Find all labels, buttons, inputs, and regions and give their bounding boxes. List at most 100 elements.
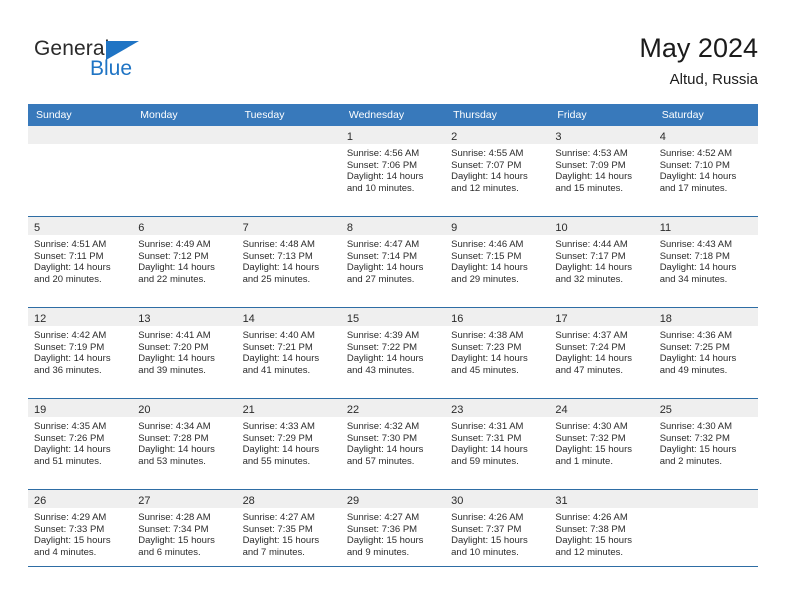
title-block: May 2024 Altud, Russia: [639, 32, 758, 90]
day-box: [132, 126, 237, 216]
day-number: 23: [451, 404, 464, 416]
day-sun-info: Sunrise: 4:30 AM Sunset: 7:32 PM Daylight:…: [549, 417, 653, 467]
day-sun-info: Sunrise: 4:36 AM Sunset: 7:25 PM Daylight:…: [654, 326, 758, 376]
day-box: 18 Sunrise: 4:36 AM Sunset: 7:25 PM Dayligh…: [653, 308, 758, 398]
calendar-day-cell[interactable]: 3 Sunrise: 4:53 AM Sunset: 7:09 PM Daylight…: [549, 126, 654, 217]
daylight-text-line1: Daylight: 14 hours: [555, 171, 632, 183]
daylight-text-line2: and 22 minutes.: [138, 273, 206, 285]
day-sun-info: Sunrise: 4:52 AM Sunset: 7:10 PM Daylight:…: [654, 144, 758, 194]
day-number: 21: [242, 404, 255, 416]
calendar-day-cell[interactable]: 2 Sunrise: 4:55 AM Sunset: 7:07 PM Daylight…: [445, 126, 550, 217]
day-number-strip: [132, 126, 237, 144]
daylight-text-line2: and 17 minutes.: [659, 182, 728, 194]
sunset-text: Sunset: 7:26 PM: [34, 432, 105, 444]
calendar-day-cell[interactable]: 24 Sunrise: 4:30 AM Sunset: 7:32 PM Dayligh…: [549, 398, 654, 490]
day-number: 15: [346, 313, 360, 325]
calendar-day-cell[interactable]: 4 Sunrise: 4:52 AM Sunset: 7:10 PM Daylight…: [653, 126, 758, 217]
page-header: General Blue May 2024 Altud, Russia: [0, 0, 792, 100]
calendar-day-cell[interactable]: 6 Sunrise: 4:49 AM Sunset: 7:12 PM Daylight…: [132, 216, 237, 308]
sunrise-text: Sunrise: 4:39 AM: [346, 330, 420, 341]
calendar-day-cell[interactable]: 13 Sunrise: 4:41 AM Sunset: 7:20 PM Dayligh…: [132, 307, 237, 399]
daylight-text-line2: and 43 minutes.: [346, 364, 415, 376]
day-number: 16: [451, 313, 464, 325]
daylight-text-line2: and 15 minutes.: [555, 182, 624, 194]
calendar-page: General Blue May 2024 Altud, Russia Sund…: [0, 0, 792, 612]
sunrise-text: Sunrise: 4:32 AM: [346, 421, 420, 432]
day-sun-info: Sunrise: 4:49 AM Sunset: 7:12 PM Daylight:…: [132, 235, 236, 285]
sunrise-text: Sunrise: 4:49 AM: [138, 239, 211, 250]
calendar-day-cell[interactable]: 15 Sunrise: 4:39 AM Sunset: 7:22 PM Dayligh…: [340, 307, 446, 399]
day-number: 12: [34, 313, 47, 325]
day-sun-info: Sunrise: 4:37 AM Sunset: 7:24 PM Daylight:…: [549, 326, 653, 376]
calendar-day-cell[interactable]: 19 Sunrise: 4:35 AM Sunset: 7:26 PM Dayligh…: [28, 398, 133, 490]
daylight-text-line1: Daylight: 14 hours: [242, 262, 320, 274]
sunset-text: Sunset: 7:29 PM: [242, 432, 313, 444]
calendar-day-cell[interactable]: 16 Sunrise: 4:38 AM Sunset: 7:23 PM Dayligh…: [445, 307, 550, 399]
calendar-day-cell[interactable]: 9 Sunrise: 4:46 AM Sunset: 7:15 PM Daylight…: [445, 216, 550, 308]
day-sun-info: Sunrise: 4:32 AM Sunset: 7:30 PM Daylight:…: [341, 417, 445, 467]
daylight-text-line2: and 2 minutes.: [659, 455, 723, 467]
sunset-text: Sunset: 7:19 PM: [34, 341, 105, 353]
sunset-text: Sunset: 7:11 PM: [34, 250, 104, 262]
sunrise-text: Sunrise: 4:47 AM: [346, 239, 420, 250]
day-number: 11: [659, 222, 672, 234]
calendar-day-cell[interactable]: 12 Sunrise: 4:42 AM Sunset: 7:19 PM Dayligh…: [28, 307, 133, 399]
calendar-day-cell[interactable]: 11 Sunrise: 4:43 AM Sunset: 7:18 PM Dayligh…: [653, 216, 758, 308]
daylight-text-line1: Daylight: 14 hours: [659, 171, 737, 183]
sunrise-text: Sunrise: 4:43 AM: [659, 239, 733, 250]
daylight-text-line1: Daylight: 14 hours: [555, 353, 632, 365]
sunset-text: Sunset: 7:22 PM: [346, 341, 418, 353]
day-box: 16 Sunrise: 4:38 AM Sunset: 7:23 PM Dayligh…: [445, 308, 550, 398]
calendar-day-cell[interactable]: 14 Sunrise: 4:40 AM Sunset: 7:21 PM Dayligh…: [236, 307, 341, 399]
calendar-day-cell[interactable]: 21 Sunrise: 4:33 AM Sunset: 7:29 PM Dayligh…: [236, 398, 341, 490]
day-sun-info: Sunrise: 4:35 AM Sunset: 7:26 PM Daylight:…: [28, 417, 132, 467]
sunset-text: Sunset: 7:25 PM: [659, 341, 730, 353]
calendar-day-cell[interactable]: 22 Sunrise: 4:32 AM Sunset: 7:30 PM Dayligh…: [340, 398, 446, 490]
sunrise-text: Sunrise: 4:52 AM: [659, 148, 733, 159]
day-number-strip: 31: [549, 490, 654, 508]
sunrise-text: Sunrise: 4:27 AM: [242, 512, 315, 523]
calendar-day-cell[interactable]: 23 Sunrise: 4:31 AM Sunset: 7:31 PM Dayligh…: [445, 398, 550, 490]
daylight-text-line1: Daylight: 14 hours: [659, 262, 737, 274]
day-number-strip: 19: [28, 399, 133, 417]
day-box: 1 Sunrise: 4:56 AM Sunset: 7:06 PM Daylight…: [340, 126, 446, 216]
calendar-day-cell[interactable]: 25 Sunrise: 4:30 AM Sunset: 7:32 PM Dayligh…: [653, 398, 758, 490]
day-sun-info: Sunrise: 4:31 AM Sunset: 7:31 PM Daylight:…: [445, 417, 549, 467]
weekday-header-tuesday: Tuesday: [236, 104, 341, 126]
sunrise-text: Sunrise: 4:46 AM: [451, 239, 524, 250]
calendar-day-cell[interactable]: 7 Sunrise: 4:48 AM Sunset: 7:13 PM Daylight…: [236, 216, 341, 308]
day-sun-info: Sunrise: 4:33 AM Sunset: 7:29 PM Daylight:…: [237, 417, 341, 467]
sunset-text: Sunset: 7:21 PM: [242, 341, 313, 353]
calendar-day-cell[interactable]: 10 Sunrise: 4:44 AM Sunset: 7:17 PM Dayligh…: [549, 216, 654, 308]
day-sun-info: Sunrise: 4:43 AM Sunset: 7:18 PM Daylight:…: [654, 235, 758, 285]
day-number-strip: 11: [653, 217, 758, 235]
sunset-text: Sunset: 7:36 PM: [346, 523, 418, 535]
day-box: 20 Sunrise: 4:34 AM Sunset: 7:28 PM Dayligh…: [132, 399, 237, 489]
calendar-day-cell[interactable]: 1 Sunrise: 4:56 AM Sunset: 7:06 PM Daylight…: [340, 126, 446, 217]
daylight-text-line1: Daylight: 15 hours: [138, 535, 215, 547]
day-number-strip: 4: [653, 126, 758, 144]
day-number: 14: [242, 313, 255, 325]
calendar-day-cell[interactable]: 18 Sunrise: 4:36 AM Sunset: 7:25 PM Dayligh…: [653, 307, 758, 399]
daylight-text-line1: Daylight: 14 hours: [346, 171, 424, 183]
day-number: 19: [34, 404, 47, 416]
day-box: 19 Sunrise: 4:35 AM Sunset: 7:26 PM Dayligh…: [28, 399, 133, 489]
day-number-strip: 18: [653, 308, 758, 326]
general-blue-logo[interactable]: General Blue: [34, 38, 214, 88]
calendar-day-cell[interactable]: 20 Sunrise: 4:34 AM Sunset: 7:28 PM Dayligh…: [132, 398, 237, 490]
day-box: 11 Sunrise: 4:43 AM Sunset: 7:18 PM Dayligh…: [653, 217, 758, 307]
day-box: 7 Sunrise: 4:48 AM Sunset: 7:13 PM Daylight…: [236, 217, 341, 307]
daylight-text-line1: Daylight: 14 hours: [451, 353, 528, 365]
sunrise-text: Sunrise: 4:35 AM: [34, 421, 107, 432]
day-number-strip: 16: [445, 308, 550, 326]
calendar-day-cell[interactable]: 8 Sunrise: 4:47 AM Sunset: 7:14 PM Daylight…: [340, 216, 446, 308]
day-number-strip: [28, 126, 133, 144]
daylight-text-line2: and 1 minute.: [555, 455, 613, 467]
calendar-day-cell[interactable]: 17 Sunrise: 4:37 AM Sunset: 7:24 PM Dayligh…: [549, 307, 654, 399]
calendar-day-cell[interactable]: 5 Sunrise: 4:51 AM Sunset: 7:11 PM Daylight…: [28, 216, 133, 308]
day-sun-info: Sunrise: 4:34 AM Sunset: 7:28 PM Daylight:…: [132, 417, 236, 467]
day-number-strip: [653, 490, 758, 508]
sunrise-text: Sunrise: 4:56 AM: [346, 148, 420, 159]
day-sun-info: Sunrise: 4:41 AM Sunset: 7:20 PM Daylight:…: [132, 326, 236, 376]
sunrise-text: Sunrise: 4:31 AM: [451, 421, 524, 432]
